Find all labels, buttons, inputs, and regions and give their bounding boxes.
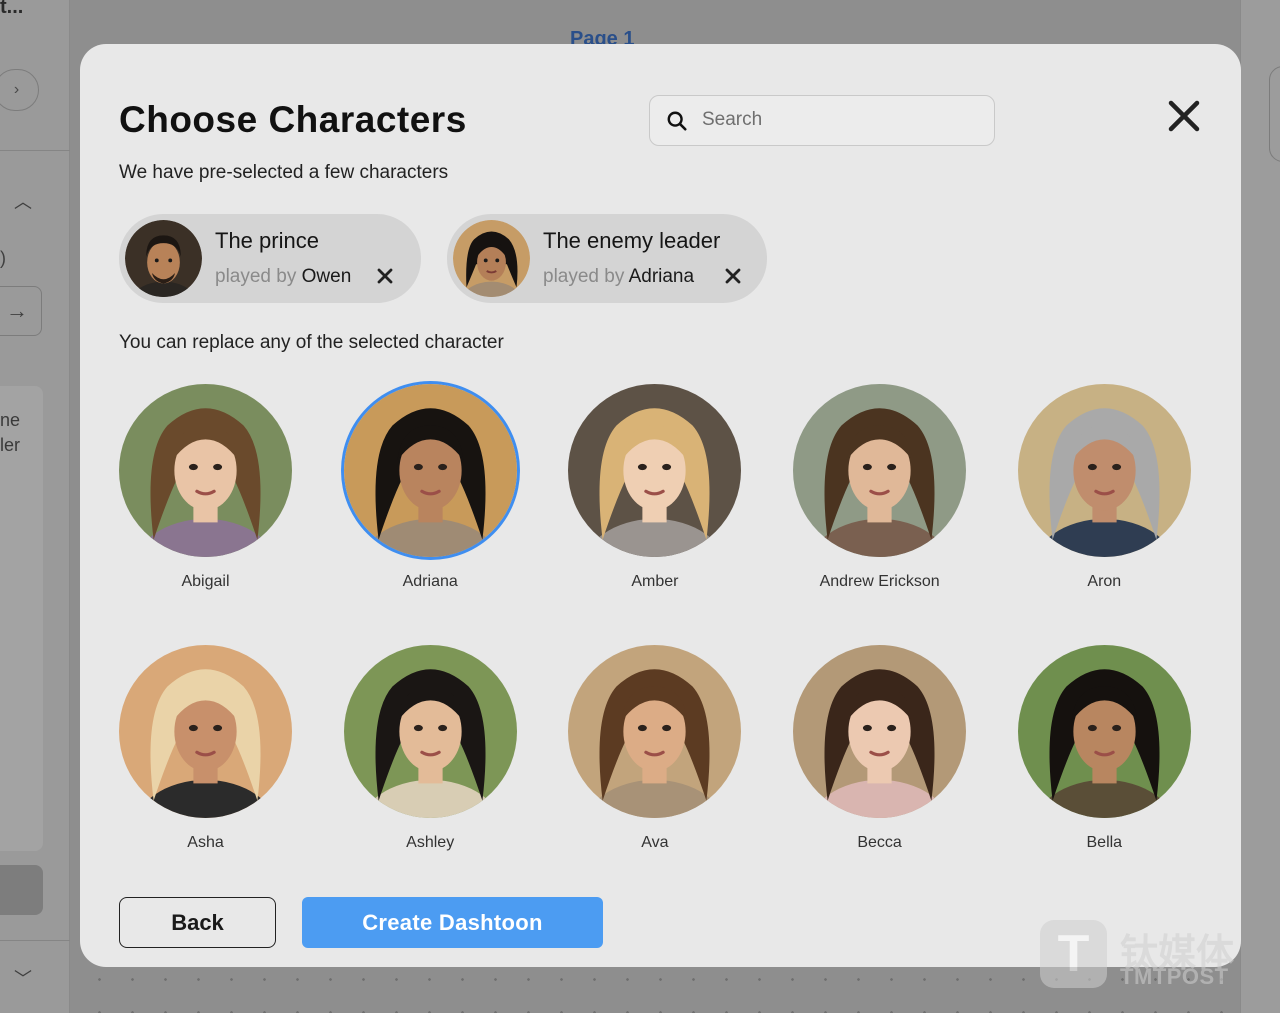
divider	[0, 940, 70, 941]
character-name: Bella	[1086, 834, 1123, 851]
background-title: t...	[0, 0, 24, 18]
search-icon	[667, 111, 687, 131]
divider	[0, 150, 70, 151]
portrait-image	[1017, 645, 1191, 818]
character-name: Adriana	[402, 573, 458, 590]
character-name: Asha	[187, 834, 224, 851]
search-input[interactable]	[702, 96, 982, 144]
portrait-image	[568, 384, 742, 557]
modal-title: Choose Characters	[119, 99, 467, 140]
background-right-panel	[1240, 0, 1280, 1013]
create-dashtoon-button[interactable]: Create Dashtoon	[302, 897, 603, 948]
character-portrait[interactable]	[1017, 645, 1191, 818]
portrait-image	[119, 384, 292, 557]
character-card[interactable]: Aron	[1017, 384, 1191, 591]
character-name: Amber	[631, 573, 679, 590]
character-portrait[interactable]	[793, 645, 967, 818]
character-portrait[interactable]	[343, 645, 517, 818]
chip-actor: Adriana	[628, 266, 695, 287]
remove-character-icon[interactable]	[376, 267, 394, 285]
character-card[interactable]: Bella	[1017, 645, 1191, 852]
avatar	[453, 220, 530, 297]
character-card[interactable]: Ava	[568, 645, 742, 852]
character-card[interactable]: Asha	[119, 645, 292, 852]
character-portrait[interactable]	[343, 384, 517, 557]
character-portrait[interactable]	[119, 384, 292, 557]
character-portrait[interactable]	[568, 645, 742, 818]
portrait-image	[568, 645, 742, 818]
played-by-label: played by	[543, 266, 625, 287]
character-portrait[interactable]	[119, 645, 292, 818]
character-card[interactable]: Amber	[568, 384, 742, 591]
character-card[interactable]: Abigail	[119, 384, 292, 591]
chip-played-by: played by Owen	[215, 266, 351, 288]
played-by-label: played by	[215, 266, 297, 287]
close-icon[interactable]	[1165, 97, 1203, 135]
character-card[interactable]: Adriana	[343, 384, 517, 591]
character-portrait[interactable]	[793, 384, 967, 557]
watermark-en: TMTPOST	[1120, 964, 1229, 989]
selected-character-chip: The enemy leader played by Adriana	[447, 214, 767, 303]
chip-role: The prince	[215, 228, 319, 253]
replace-hint: You can replace any of the selected char…	[119, 332, 504, 353]
character-name: Ava	[641, 834, 669, 851]
character-name: Becca	[857, 834, 902, 851]
portrait-image	[793, 645, 967, 818]
character-portrait[interactable]	[1017, 384, 1191, 557]
search-box	[649, 95, 995, 146]
character-name: Abigail	[181, 573, 230, 590]
background-card: ne ler	[0, 386, 43, 851]
remove-character-icon[interactable]	[724, 267, 742, 285]
character-portrait[interactable]	[568, 384, 742, 557]
back-button[interactable]: Back	[119, 897, 276, 948]
modal-subtitle: We have pre-selected a few characters	[119, 162, 449, 183]
watermark-logo: T	[1040, 920, 1107, 988]
avatar	[125, 220, 202, 297]
background-handle	[1269, 66, 1280, 162]
character-name: Ashley	[406, 834, 455, 851]
character-name: Andrew Erickson	[819, 573, 940, 590]
choose-characters-modal: Choose Characters We have pre-selected a…	[80, 44, 1241, 967]
portrait-image	[343, 384, 517, 557]
chip-actor: Owen	[301, 266, 352, 287]
character-name: Aron	[1087, 573, 1122, 590]
background-sidebar: t... › ︿ ) → ne ler ﹀	[0, 0, 70, 1013]
chip-role: The enemy leader	[543, 228, 721, 253]
background-pill	[0, 865, 43, 915]
character-card[interactable]: Becca	[793, 645, 967, 852]
background-side-text: ne ler	[0, 410, 21, 455]
chevron-down-icon: ﹀	[14, 969, 32, 989]
background-fragment: )	[0, 248, 6, 268]
character-card[interactable]: Ashley	[343, 645, 517, 852]
chevron-up-icon: ︿	[14, 192, 32, 212]
portrait-image	[1017, 384, 1191, 557]
chip-played-by: played by Adriana	[543, 266, 694, 288]
watermark: T 钛媒体 TMTPOST	[1040, 920, 1234, 990]
portrait-image	[343, 645, 517, 818]
character-card[interactable]: Andrew Erickson	[793, 384, 967, 591]
portrait-image	[119, 645, 292, 818]
background-expand-button: ›	[0, 69, 39, 111]
arrow-right-icon: →	[0, 286, 42, 336]
portrait-image	[793, 384, 967, 557]
selected-character-chip: The prince played by Owen	[119, 214, 421, 303]
